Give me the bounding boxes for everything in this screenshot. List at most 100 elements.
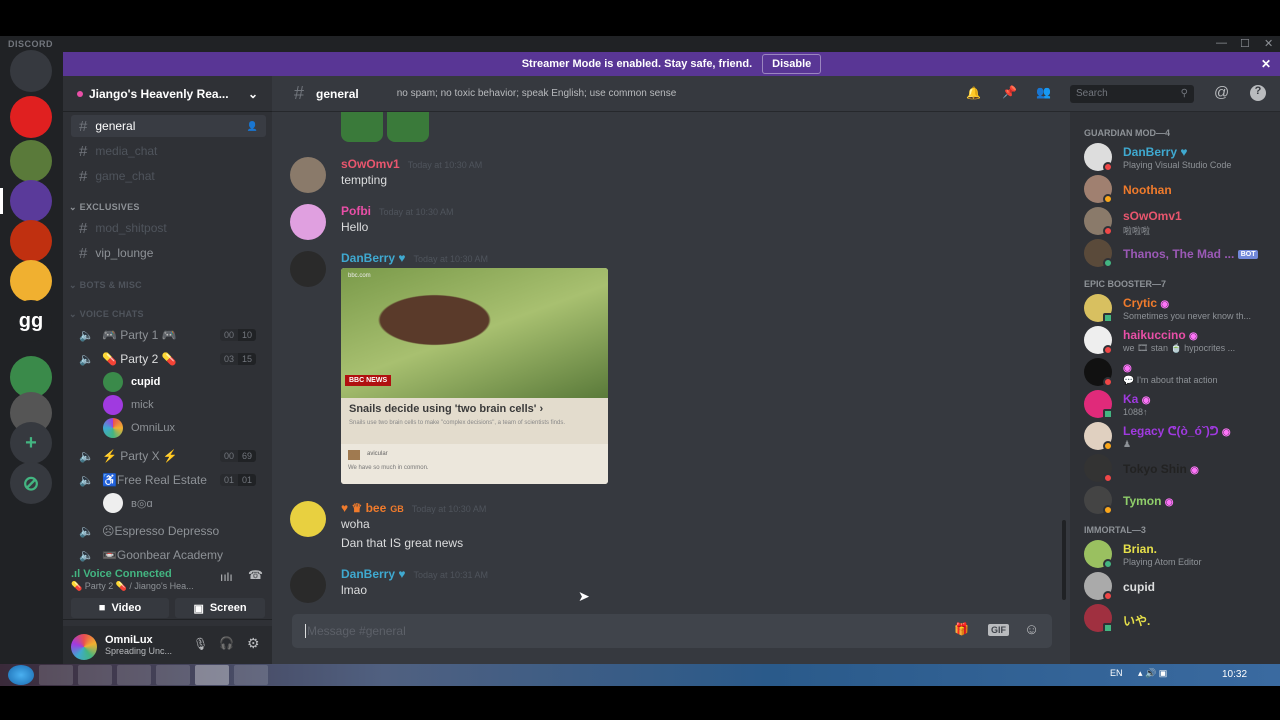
member-name: DanBerry ♥ xyxy=(1123,145,1188,159)
voice-channel-label: ♿Free Real Estate xyxy=(101,473,207,487)
author-name[interactable]: DanBerry ♥ Today at 10:30 AM xyxy=(341,251,488,265)
tray-icons[interactable]: ▴ 🔊 ▣ xyxy=(1138,668,1167,679)
mentions-icon[interactable]: @ xyxy=(1214,84,1229,101)
gif-icon[interactable]: GIF xyxy=(988,624,1009,636)
voice-user[interactable]: mick xyxy=(103,395,154,415)
invite-icon[interactable]: 👤 xyxy=(247,121,258,132)
link-embed[interactable]: bbc.com BBC NEWS Snails decide using 'tw… xyxy=(341,268,608,484)
taskbar-firefox-icon[interactable] xyxy=(156,665,190,685)
channel-item[interactable]: # media_chat xyxy=(71,140,266,162)
member-item[interactable]: DanBerry ♥ Playing Visual Studio Code xyxy=(1084,143,1274,173)
author-name[interactable]: ♥ ♛ bee GB Today at 10:30 AM xyxy=(341,501,486,515)
server-icon[interactable] xyxy=(10,180,52,222)
taskbar-app-icon[interactable] xyxy=(39,665,73,685)
channel-item[interactable]: # vip_lounge xyxy=(71,242,266,264)
voice-user[interactable]: ʙ◎ɑ xyxy=(103,493,153,513)
taskbar-app-icon[interactable] xyxy=(117,665,151,685)
screen-share-button[interactable]: ▣ Screen xyxy=(175,598,265,618)
member-name: ◉ xyxy=(1123,360,1132,374)
server-icon[interactable] xyxy=(10,260,52,302)
voice-channel[interactable]: 🔈 ⚡ Party X ⚡ 00 69 xyxy=(71,445,266,467)
settings-gear-icon[interactable]: ⚙ xyxy=(247,635,260,652)
taskbar-explorer-icon[interactable] xyxy=(234,665,268,685)
discord-home-icon[interactable] xyxy=(10,50,52,92)
member-item[interactable]: Tymon ◉ xyxy=(1084,486,1274,516)
server-icon[interactable] xyxy=(10,140,52,182)
gift-icon[interactable]: 🎁 xyxy=(954,622,969,636)
video-button[interactable]: ■ Video xyxy=(71,598,169,618)
category-header[interactable]: ⌄ VOICE CHATS xyxy=(69,309,144,320)
taskbar-discord-icon[interactable] xyxy=(195,665,229,685)
member-name: haikuccino ◉ xyxy=(1123,328,1198,342)
members-icon[interactable]: 👥 xyxy=(1036,85,1051,99)
author-name[interactable]: DanBerry ♥ Today at 10:31 AM xyxy=(341,567,488,581)
headphones-icon[interactable]: 🎧 xyxy=(219,636,234,650)
bbc-news-logo: BBC NEWS xyxy=(345,375,392,386)
author-avatar[interactable] xyxy=(290,204,326,240)
server-icon[interactable] xyxy=(10,96,52,138)
noise-suppression-icon[interactable]: ıılı xyxy=(220,570,233,584)
channel-item[interactable]: # mod_shitpost xyxy=(71,217,266,239)
emoji-icon[interactable]: ☺ xyxy=(1024,621,1039,638)
channel-item[interactable]: # game_chat xyxy=(71,165,266,187)
voice-channel[interactable]: 🔈 💊 Party 2 💊 03 15 xyxy=(71,348,266,370)
chat-scrollbar[interactable] xyxy=(1062,520,1066,600)
embed-title[interactable]: Snails decide using 'two brain cells' › xyxy=(349,403,543,415)
author-avatar[interactable] xyxy=(290,501,326,537)
channel-item[interactable]: # general 👤 xyxy=(71,115,266,137)
help-icon[interactable]: ? xyxy=(1250,85,1266,101)
start-button[interactable] xyxy=(8,665,34,685)
disable-streamer-mode-button[interactable]: Disable xyxy=(762,54,822,74)
disconnect-icon[interactable]: ☎ xyxy=(248,568,263,582)
pin-icon[interactable]: 📌 xyxy=(1002,85,1017,99)
clock[interactable]: 10:32 xyxy=(1222,669,1247,680)
member-item[interactable]: ◉ 💬 I'm about that action xyxy=(1084,358,1274,388)
message-input[interactable]: Message #general 🎁 GIF ☺ xyxy=(292,614,1052,648)
bell-icon[interactable]: 🔔 xyxy=(966,86,981,100)
search-input[interactable]: Search ⚲ xyxy=(1070,85,1194,103)
author-avatar[interactable] xyxy=(290,567,326,603)
voice-channel[interactable]: 🔈 ♿Free Real Estate 01 01 xyxy=(71,469,266,491)
add-server-icon[interactable]: + xyxy=(10,422,52,464)
member-item[interactable]: Thanos, The Mad ... BOT xyxy=(1084,239,1274,269)
member-item[interactable]: Legacy ᕦ(ò_óˇ)ᕤ ◉ ♟ xyxy=(1084,422,1274,452)
voice-channel-link[interactable]: 💊 Party 2 💊 / Jiango's Hea... xyxy=(71,581,194,592)
author-name[interactable]: sOwOmv1 Today at 10:30 AM xyxy=(341,157,482,171)
author-avatar[interactable] xyxy=(290,157,326,193)
minimize-button[interactable]: — xyxy=(1216,37,1227,49)
member-status: ♟ xyxy=(1123,439,1132,449)
microphone-icon[interactable]: 🎙 xyxy=(193,637,208,651)
member-item[interactable]: Ka ◉ 1088↑ xyxy=(1084,390,1274,420)
mouse-cursor: ➤ xyxy=(578,588,590,604)
member-item[interactable]: cupid xyxy=(1084,572,1274,602)
category-header[interactable]: ⌄ EXCLUSIVES xyxy=(69,202,140,213)
member-item[interactable]: sOwOmv1 啦啦啦 xyxy=(1084,207,1274,237)
member-item[interactable]: Crytic ◉ Sometimes you never know th... xyxy=(1084,294,1274,324)
server-icon[interactable]: gg xyxy=(10,300,52,342)
user-avatar[interactable] xyxy=(71,634,97,660)
hash-icon: # xyxy=(79,167,88,185)
guild-header[interactable]: Jiango's Heavenly Rea... ⌄ xyxy=(63,76,272,112)
category-header[interactable]: ⌄ BOTS & MISC xyxy=(69,280,142,291)
author-name[interactable]: Pofbi Today at 10:30 AM xyxy=(341,204,454,218)
close-window-button[interactable]: ✕ xyxy=(1264,37,1273,50)
author-avatar[interactable] xyxy=(290,251,326,287)
voice-user[interactable]: cupid xyxy=(103,372,160,392)
member-item[interactable]: Noothan xyxy=(1084,175,1274,205)
presence-dnd-icon xyxy=(1103,162,1113,172)
close-banner-icon[interactable]: ✕ xyxy=(1261,57,1271,71)
server-icon[interactable] xyxy=(10,220,52,262)
voice-channel[interactable]: 🔈 🎮 Party 1 🎮 00 10 xyxy=(71,324,266,346)
taskbar-app-icon[interactable] xyxy=(78,665,112,685)
explore-icon[interactable]: ⊘ xyxy=(10,462,52,504)
member-item[interactable]: haikuccino ◉ we 🎞 stan 🍵 hypocrites ... xyxy=(1084,326,1274,356)
member-item[interactable]: いや. xyxy=(1084,604,1274,634)
member-item[interactable]: Tokyo Shin ◉ xyxy=(1084,454,1274,484)
member-item[interactable]: Brian. Playing Atom Editor xyxy=(1084,540,1274,570)
voice-user[interactable]: OmniLux xyxy=(103,418,175,438)
hash-icon: # xyxy=(79,142,88,160)
language-indicator[interactable]: EN xyxy=(1110,668,1123,678)
voice-channel[interactable]: 🔈 📼Goonbear Academy xyxy=(71,544,266,566)
maximize-button[interactable]: ☐ xyxy=(1240,37,1250,50)
voice-channel[interactable]: 🔈 ☹Espresso Depresso xyxy=(71,520,266,542)
